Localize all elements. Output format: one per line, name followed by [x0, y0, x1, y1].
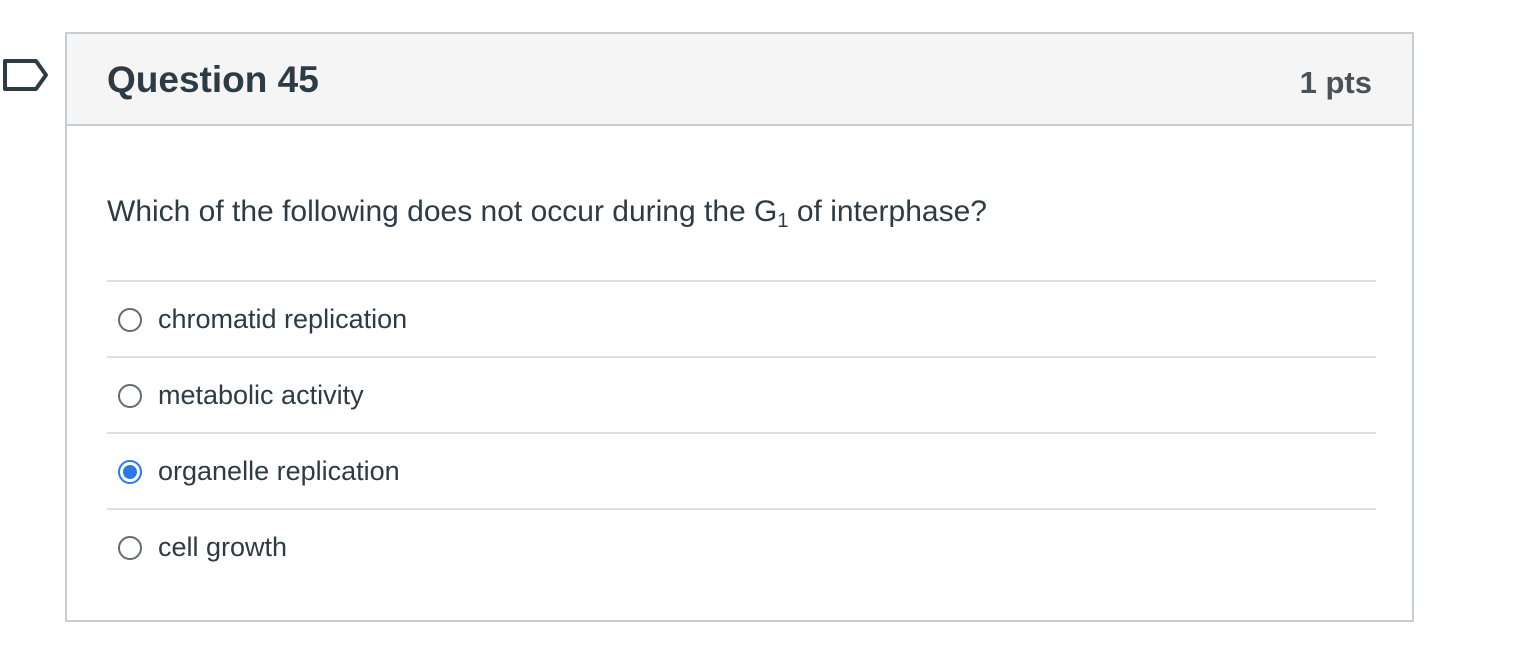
answer-option-chromatid-replication[interactable]: chromatid replication — [107, 280, 1376, 356]
answer-option-metabolic-activity[interactable]: metabolic activity — [107, 356, 1376, 432]
answer-list: chromatid replication metabolic activity… — [107, 280, 1376, 584]
answer-label: chromatid replication — [158, 304, 408, 334]
flag-question-icon[interactable] — [2, 57, 50, 93]
question-text-main: Which of the following does not occur du… — [107, 195, 778, 228]
answer-option-cell-growth[interactable]: cell growth — [107, 508, 1376, 584]
radio-button[interactable] — [118, 308, 142, 332]
question-header: Question 45 1 pts — [67, 34, 1412, 126]
question-title: Question 45 — [107, 59, 319, 100]
question-text: Which of the following does not occur du… — [107, 192, 987, 232]
answer-label: metabolic activity — [158, 380, 364, 410]
answer-label: cell growth — [158, 532, 288, 562]
question-card: Question 45 1 pts Which of the following… — [65, 32, 1414, 622]
flag-outline-icon — [3, 59, 48, 91]
question-text-subscript: 1 — [777, 210, 789, 232]
radio-button-selected[interactable] — [118, 460, 142, 484]
question-points: 1 pts — [1299, 65, 1372, 100]
question-text-end: of interphase? — [788, 195, 987, 228]
answer-label: organelle replication — [158, 456, 400, 486]
radio-button[interactable] — [118, 536, 142, 560]
answer-option-organelle-replication[interactable]: organelle replication — [107, 432, 1376, 508]
radio-button[interactable] — [118, 384, 142, 408]
